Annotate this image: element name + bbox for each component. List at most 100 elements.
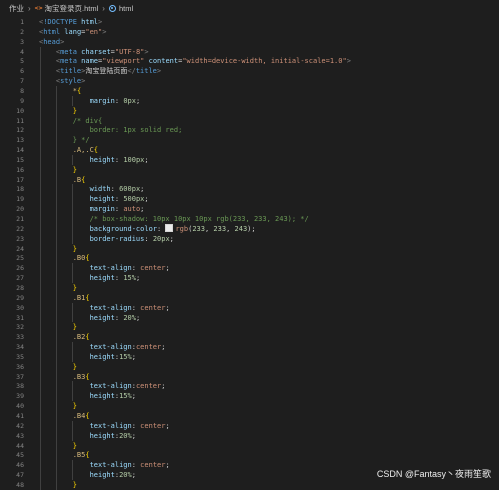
- code-text: height:20%;: [39, 471, 136, 479]
- code-editor[interactable]: 1 <!DOCTYPE html> 2 <html lang="en"> 3 <head>…: [0, 17, 499, 490]
- breadcrumb-element[interactable]: html: [119, 4, 133, 13]
- code-line[interactable]: 31 height: 20%;: [0, 313, 499, 323]
- code-text: height:15%;: [39, 353, 136, 361]
- code-line[interactable]: 12 border: 1px solid red;: [0, 125, 499, 135]
- code-token: 20%: [123, 313, 136, 322]
- code-token: ;: [169, 234, 174, 243]
- code-line[interactable]: 40 }: [0, 401, 499, 411]
- code-line[interactable]: 15 height: 100px;: [0, 155, 499, 165]
- code-line[interactable]: 2 <html lang="en">: [0, 27, 499, 37]
- code-line[interactable]: 29 .B1{: [0, 293, 499, 303]
- code-token: style: [60, 77, 82, 86]
- code-line[interactable]: 23 border-radius: 20px;: [0, 234, 499, 244]
- code-token: :: [131, 421, 141, 430]
- code-token: "viewport": [102, 57, 145, 66]
- breadcrumb-file[interactable]: 淘宝登录页.html: [45, 3, 99, 14]
- code-line[interactable]: 19 height: 500px;: [0, 194, 499, 204]
- code-token: } */: [72, 136, 90, 145]
- code-line[interactable]: 3 <head>: [0, 37, 499, 47]
- code-line[interactable]: 43 height:20%;: [0, 431, 499, 441]
- code-token: ;: [165, 303, 170, 312]
- code-line[interactable]: 30 text-align: center;: [0, 303, 499, 313]
- code-text: <title>淘宝登陆页面</title>: [39, 66, 161, 76]
- code-token: meta: [60, 47, 77, 56]
- code-token: ;: [135, 313, 141, 322]
- code-line[interactable]: 25 .B0{: [0, 253, 499, 263]
- code-line[interactable]: 9 margin: 0px;: [0, 96, 499, 106]
- code-line[interactable]: 22 background-color: rgb(233, 233, 243);: [0, 224, 499, 234]
- watermark: CSDN @Fantasy丶夜雨笙歌: [376, 469, 491, 479]
- code-text: <!DOCTYPE html>: [39, 18, 102, 26]
- code-line[interactable]: 33 .B2{: [0, 332, 499, 342]
- code-token: ;: [165, 461, 170, 470]
- code-token: ;: [131, 471, 136, 480]
- code-token: ;: [161, 382, 166, 391]
- code-line[interactable]: 36 }: [0, 362, 499, 372]
- code-text: text-align: center;: [39, 461, 170, 469]
- code-line[interactable]: 20 margin: auto;: [0, 204, 499, 214]
- code-token: {: [85, 293, 90, 302]
- code-line[interactable]: 24 }: [0, 244, 499, 254]
- color-swatch-icon[interactable]: [165, 224, 174, 233]
- code-line[interactable]: 1 <!DOCTYPE html>: [0, 17, 499, 27]
- code-line[interactable]: 14 .A,.C{: [0, 145, 499, 155]
- code-line[interactable]: 26 text-align: center;: [0, 263, 499, 273]
- code-token: :: [144, 234, 153, 243]
- line-number: 5: [20, 57, 24, 66]
- code-line[interactable]: 21 /* box-shadow: 10px 10px 10px rgb(233…: [0, 214, 499, 224]
- code-token: text-align: [89, 382, 132, 391]
- code-line[interactable]: 5 <meta name="viewport" content="width=d…: [0, 56, 499, 66]
- code-token: rgb: [175, 225, 189, 234]
- code-line[interactable]: 7 <style>: [0, 76, 499, 86]
- code-line[interactable]: 27 height: 15%;: [0, 273, 499, 283]
- code-line[interactable]: 8 *{: [0, 86, 499, 96]
- code-line[interactable]: 35 height:15%;: [0, 352, 499, 362]
- code-token: }: [72, 165, 77, 174]
- code-line[interactable]: 4 <meta charset="UTF-8">: [0, 47, 499, 57]
- code-token: 20px: [152, 234, 170, 243]
- code-line[interactable]: 41 .B4{: [0, 411, 499, 421]
- line-number: 11: [16, 116, 24, 125]
- code-line[interactable]: 34 text-align:center;: [0, 342, 499, 352]
- code-token: /* box-shadow: 10px 10px 10px rgb(233, 2…: [89, 215, 309, 223]
- code-line[interactable]: 11 /* div{: [0, 116, 499, 126]
- code-line[interactable]: 28 }: [0, 283, 499, 293]
- code-line[interactable]: 45 .B5{: [0, 450, 499, 460]
- code-token: ;: [140, 185, 145, 194]
- code-line[interactable]: 42 text-align: center;: [0, 421, 499, 431]
- code-line[interactable]: 10 }: [0, 106, 499, 116]
- code-line[interactable]: 17 .B{: [0, 175, 499, 185]
- code-token: >: [98, 18, 103, 26]
- line-number: 13: [16, 136, 24, 145]
- code-line[interactable]: 6 <title>淘宝登陆页面</title>: [0, 66, 499, 76]
- breadcrumb-folder[interactable]: 作业: [9, 3, 24, 14]
- indent-guide: [72, 95, 73, 106]
- code-line[interactable]: 32 }: [0, 322, 499, 332]
- code-token: >: [156, 67, 162, 76]
- code-line[interactable]: 44 }: [0, 441, 499, 451]
- line-number: 17: [16, 175, 24, 184]
- code-line[interactable]: 38 text-align:center;: [0, 381, 499, 391]
- code-line[interactable]: 48 }: [0, 480, 499, 490]
- code-text: text-align: center;: [39, 264, 170, 272]
- code-token: height: [89, 431, 115, 440]
- code-line[interactable]: 37 .B3{: [0, 372, 499, 382]
- code-line[interactable]: 16 }: [0, 165, 499, 175]
- code-token: /* div{: [72, 116, 103, 125]
- code-line[interactable]: 13 } */: [0, 135, 499, 145]
- indent-guide: [40, 46, 41, 490]
- code-line[interactable]: 39 height:15%;: [0, 391, 499, 401]
- code-token: center: [140, 421, 166, 430]
- code-line[interactable]: 18 width: 600px;: [0, 184, 499, 194]
- code-text: }: [39, 245, 77, 253]
- code-token: 500px: [123, 195, 145, 204]
- code-token: );: [247, 225, 256, 234]
- code-token: text-align: [89, 343, 132, 352]
- code-token: height: [89, 313, 115, 322]
